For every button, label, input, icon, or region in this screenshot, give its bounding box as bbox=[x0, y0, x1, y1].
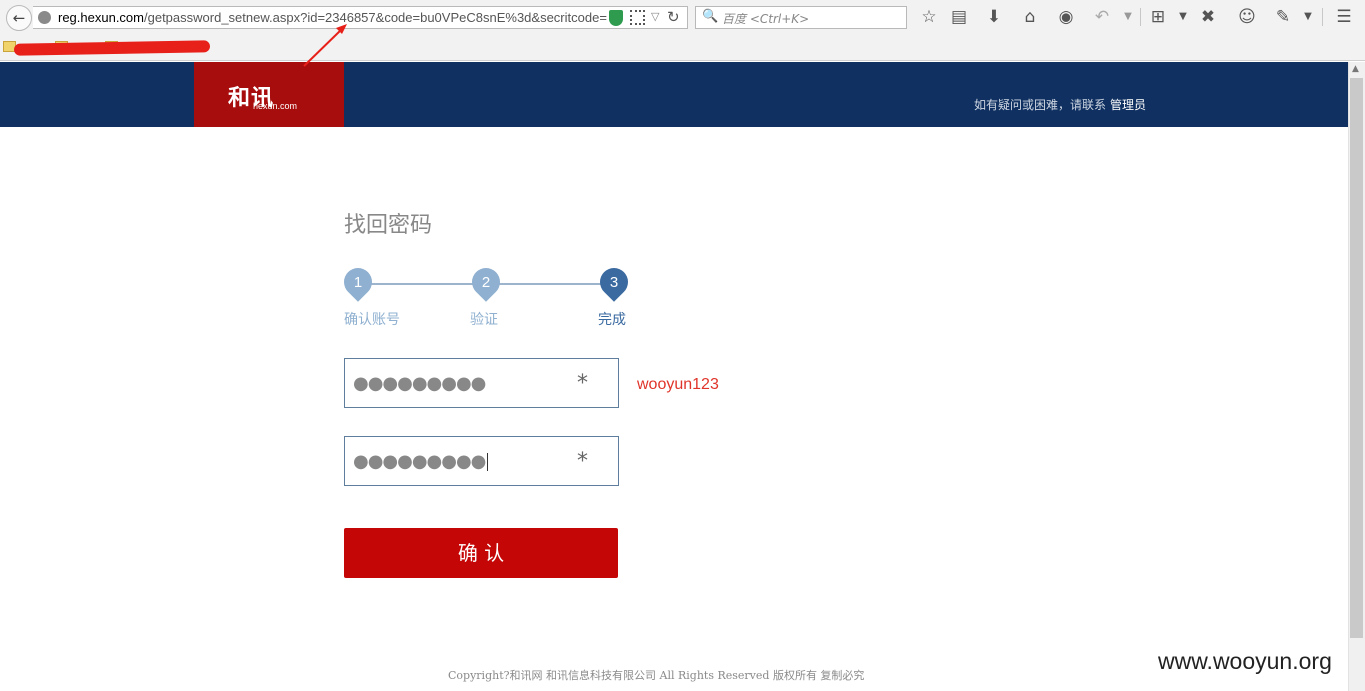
password-mask: ●●●●●●●●● bbox=[353, 373, 486, 394]
required-asterisk: * bbox=[577, 371, 588, 396]
toolbar-separator bbox=[1322, 8, 1323, 26]
step-1-label: 确认账号 bbox=[344, 312, 400, 328]
step-connector bbox=[486, 283, 614, 285]
back-arrow-icon[interactable]: ← bbox=[6, 5, 32, 31]
search-placeholder: 百度 <Ctrl+K> bbox=[722, 12, 810, 26]
site-logo[interactable]: 和讯 hexun.com bbox=[194, 62, 344, 127]
search-input[interactable]: 🔍 百度 <Ctrl+K> bbox=[695, 6, 907, 29]
globe-icon bbox=[38, 11, 51, 24]
undo-icon[interactable]: ↶ bbox=[1091, 7, 1113, 27]
reload-icon[interactable]: ↻ bbox=[667, 8, 680, 26]
url-dropdown-icon[interactable]: ▽ bbox=[651, 10, 659, 23]
password-annotation: wooyun123 bbox=[637, 376, 719, 393]
search-icon: 🔍 bbox=[702, 9, 719, 24]
smiley-icon[interactable]: ☺ bbox=[1236, 7, 1258, 27]
contact-text: 如有疑问或困难，请联系 bbox=[974, 98, 1107, 112]
home-icon[interactable]: ⌂ bbox=[1019, 7, 1041, 27]
confirm-password-field[interactable]: ●●●●●●●●● * bbox=[344, 436, 619, 486]
crop-icon[interactable]: ⊞ bbox=[1147, 7, 1169, 27]
step-2-number: 2 bbox=[481, 274, 491, 291]
reading-list-icon[interactable]: ▤ bbox=[948, 7, 970, 27]
menu-icon[interactable]: ☰ bbox=[1333, 7, 1355, 27]
scrollbar-thumb[interactable] bbox=[1350, 78, 1363, 638]
watermark: www.wooyun.org bbox=[1158, 648, 1332, 674]
confirm-password-mask: ●●●●●●●●● bbox=[353, 451, 489, 472]
logo-subtext: hexun.com bbox=[253, 101, 298, 111]
scroll-up-icon[interactable]: ▲ bbox=[1352, 64, 1359, 74]
chat-bubble-icon[interactable]: ◉ bbox=[1055, 7, 1077, 27]
url-bar[interactable]: reg.hexun.com/getpassword_setnew.aspx?id… bbox=[33, 6, 688, 29]
toolbar-separator bbox=[1140, 8, 1141, 26]
tools-icon[interactable]: ✎ bbox=[1272, 7, 1294, 27]
page-title: 找回密码 bbox=[344, 213, 433, 238]
bookmark-star-icon[interactable]: ☆ bbox=[918, 7, 940, 27]
new-password-field[interactable]: ●●●●●●●●● * bbox=[344, 358, 619, 408]
step-3-label: 完成 bbox=[598, 312, 626, 328]
shield-icon[interactable] bbox=[609, 10, 623, 26]
browser-toolbar: ← reg.hexun.com/getpassword_setnew.aspx?… bbox=[0, 0, 1365, 36]
download-icon[interactable]: ⬇ bbox=[983, 7, 1005, 27]
crop-dropdown-icon[interactable]: ▼ bbox=[1172, 7, 1194, 27]
step-3-number: 3 bbox=[609, 274, 619, 291]
url-text[interactable]: reg.hexun.com/getpassword_setnew.aspx?id… bbox=[58, 10, 607, 25]
undo-dropdown-icon[interactable]: ▼ bbox=[1117, 7, 1139, 27]
tools-dropdown-icon[interactable]: ▼ bbox=[1297, 7, 1319, 27]
confirm-button[interactable]: 确 认 bbox=[344, 528, 618, 578]
step-connector bbox=[358, 283, 486, 285]
qr-code-icon[interactable] bbox=[630, 10, 645, 25]
text-caret bbox=[487, 453, 489, 471]
step-2-label: 验证 bbox=[470, 312, 498, 328]
contact-info: 如有疑问或困难，请联系 管理员 bbox=[974, 96, 1146, 113]
admin-link[interactable]: 管理员 bbox=[1110, 98, 1146, 112]
footer-copyright: Copyright?和讯网 和讯信息科技有限公司 All Rights Rese… bbox=[448, 669, 865, 682]
redaction-scribble bbox=[13, 40, 211, 56]
bookmarks-bar bbox=[0, 36, 1365, 61]
puzzle-icon[interactable]: ✖ bbox=[1197, 7, 1219, 27]
required-asterisk: * bbox=[577, 449, 588, 474]
step-1-number: 1 bbox=[353, 274, 363, 291]
